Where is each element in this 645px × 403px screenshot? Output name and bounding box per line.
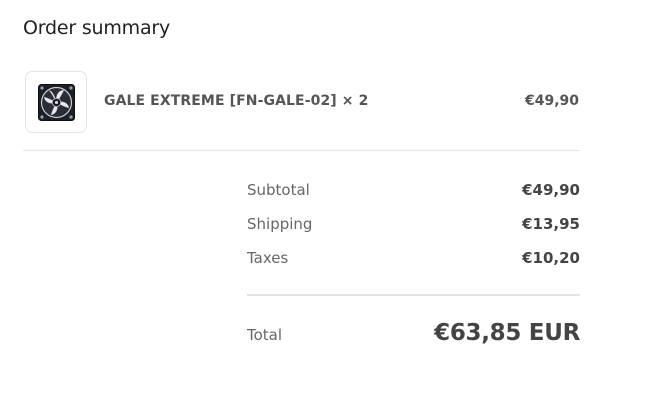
product-thumbnail xyxy=(25,71,87,133)
taxes-label: Taxes xyxy=(247,249,289,267)
total-value: €63,85 EUR xyxy=(434,320,580,346)
divider xyxy=(247,294,580,296)
line-item-price: €49,90 xyxy=(524,93,579,109)
order-summary-title: Order summary xyxy=(23,17,171,39)
subtotal-value: €49,90 xyxy=(522,181,580,199)
order-summary: Order summary GALE EXTREME [FN-GALE-02] … xyxy=(0,0,645,403)
fan-icon xyxy=(38,84,75,121)
taxes-row: Taxes €10,20 xyxy=(247,245,580,279)
total-label: Total xyxy=(247,326,283,344)
line-item: GALE EXTREME [FN-GALE-02] × 2 €49,90 xyxy=(23,70,580,134)
subtotal-label: Subtotal xyxy=(247,181,310,199)
shipping-row: Shipping €13,95 xyxy=(247,211,580,245)
divider xyxy=(23,150,580,151)
subtotal-row: Subtotal €49,90 xyxy=(247,177,580,211)
line-item-name: GALE EXTREME [FN-GALE-02] × 2 xyxy=(104,93,369,109)
shipping-label: Shipping xyxy=(247,215,313,233)
totals-breakdown: Subtotal €49,90 Shipping €13,95 Taxes €1… xyxy=(247,177,580,279)
shipping-value: €13,95 xyxy=(522,215,580,233)
taxes-value: €10,20 xyxy=(522,249,580,267)
